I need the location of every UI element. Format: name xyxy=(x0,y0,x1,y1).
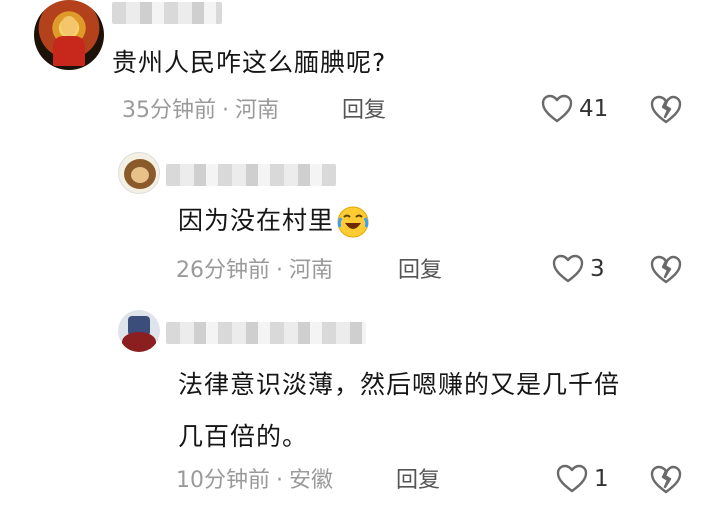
like-button[interactable]: 41 xyxy=(541,94,608,124)
like-count: 41 xyxy=(579,96,609,122)
meta-separator: · xyxy=(276,258,283,283)
meta-separator: · xyxy=(276,468,283,493)
broken-heart-icon xyxy=(650,255,682,284)
avatar[interactable] xyxy=(34,0,104,70)
avatar[interactable] xyxy=(118,152,160,194)
avatar[interactable] xyxy=(118,310,160,352)
broken-heart-icon xyxy=(650,465,682,494)
meta-separator: · xyxy=(222,98,229,123)
heart-icon xyxy=(552,254,584,283)
laughing-crying-emoji-icon xyxy=(337,206,369,238)
comment-time: 10分钟前 xyxy=(176,468,270,493)
comment-location: 安徽 xyxy=(289,468,334,493)
comment-time: 26分钟前 xyxy=(176,258,270,283)
dislike-button[interactable] xyxy=(650,465,682,499)
avatar-face xyxy=(131,167,149,183)
comment-time: 35分钟前 xyxy=(122,98,216,123)
reply-button[interactable]: 回复 xyxy=(342,96,386,126)
comment-text-line2: 几百倍的。 xyxy=(178,422,309,451)
comment-text: 因为没在村里 xyxy=(178,204,370,239)
comment-location: 河南 xyxy=(289,258,334,283)
dislike-button[interactable] xyxy=(650,255,682,289)
like-count: 3 xyxy=(590,256,605,282)
comment-text-line1: 法律意识淡薄，然后嗯赚的又是几千倍 xyxy=(178,370,621,399)
avatar-robe xyxy=(53,36,85,66)
comment-text: 贵州人民咋这么腼腆呢? xyxy=(112,48,387,77)
like-button[interactable]: 3 xyxy=(552,254,605,284)
heart-icon xyxy=(541,94,573,123)
reply-button[interactable]: 回复 xyxy=(396,466,440,496)
reply-button[interactable]: 回复 xyxy=(398,256,442,286)
comment-meta: 26分钟前 · 河南 xyxy=(176,256,333,286)
dislike-button[interactable] xyxy=(650,95,682,129)
username-blurred[interactable] xyxy=(112,2,222,24)
avatar-shape xyxy=(122,332,156,352)
like-count: 1 xyxy=(594,466,609,492)
comment-location: 河南 xyxy=(235,98,280,123)
comment-meta: 35分钟前 · 河南 xyxy=(122,96,279,126)
avatar-face xyxy=(61,16,77,36)
comment-meta: 10分钟前 · 安徽 xyxy=(176,466,333,496)
broken-heart-icon xyxy=(650,95,682,124)
heart-icon xyxy=(556,464,588,493)
username-blurred[interactable] xyxy=(166,322,366,344)
username-blurred[interactable] xyxy=(166,164,336,186)
like-button[interactable]: 1 xyxy=(556,464,609,494)
comment-text-content: 因为没在村里 xyxy=(178,206,335,235)
